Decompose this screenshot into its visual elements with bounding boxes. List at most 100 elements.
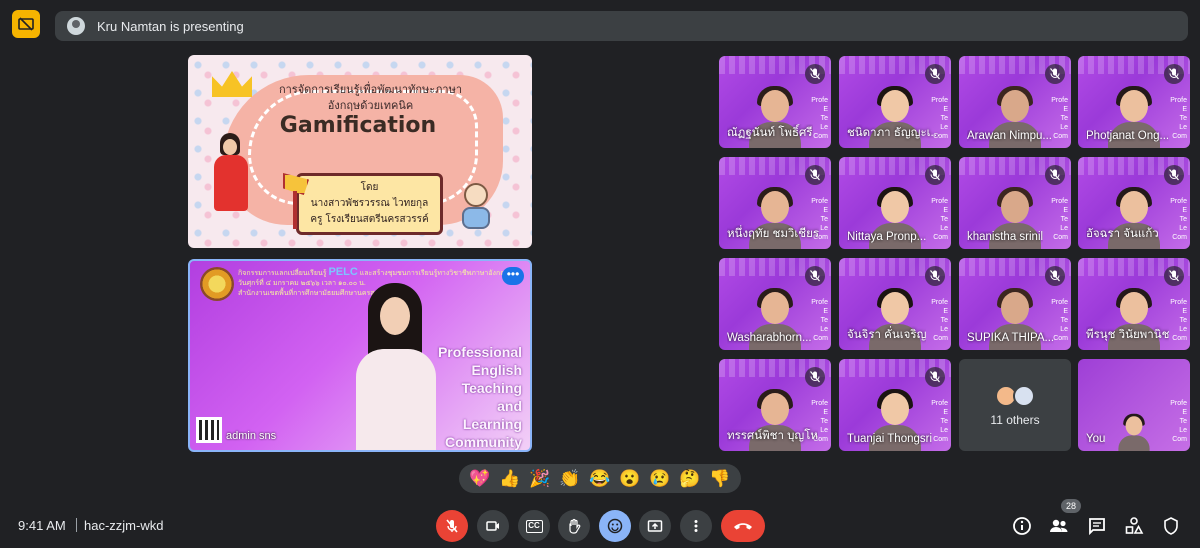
slogan: Professional English Teaching and Learni… bbox=[412, 343, 522, 450]
present-screen-button[interactable] bbox=[639, 510, 671, 542]
captions-button[interactable]: CC bbox=[518, 510, 550, 542]
background-text-line: Te bbox=[1179, 216, 1187, 223]
participant-tile[interactable]: Profe E Te Le Com Nittaya Pronp... bbox=[839, 157, 951, 249]
participant-name: khanistha srinil bbox=[967, 231, 1044, 243]
heart-reaction-icon[interactable]: 💖 bbox=[469, 469, 490, 489]
sad-reaction-icon[interactable]: 😢 bbox=[649, 469, 670, 489]
camera-toggle-button[interactable] bbox=[477, 510, 509, 542]
background-text-line: E bbox=[1182, 207, 1187, 214]
participant-name: Tuanjai Thongsri bbox=[847, 433, 933, 445]
thumbs-down-reaction-icon[interactable]: 👎 bbox=[709, 469, 730, 489]
participant-name: You bbox=[1086, 433, 1106, 445]
slide-title-line1: การจัดการเรียนรู้เพื่อพัฒนาทักษะภาษา bbox=[278, 83, 463, 96]
participant-tile[interactable]: Profe E Te Le Com ทรรศน์พิชา บุญโห bbox=[719, 359, 831, 451]
background-text-line: Te bbox=[940, 418, 948, 425]
background-text: Profe E Te Le Com bbox=[1051, 96, 1068, 141]
slide-title-line2: อังกฤษด้วยเทคนิค bbox=[327, 99, 414, 112]
mic-muted-icon bbox=[925, 266, 945, 286]
surprised-reaction-icon[interactable]: 😮 bbox=[619, 469, 640, 489]
participant-tile[interactable]: Profe E Te Le Com khanistha srinil bbox=[959, 157, 1071, 249]
participant-tile[interactable]: Profe E Te Le Com อัจฉรา จันแก้ว bbox=[1078, 157, 1190, 249]
background-text: Profe E Te Le Com bbox=[1051, 197, 1068, 242]
background-text-line: Te bbox=[940, 216, 948, 223]
more-options-menu-button[interactable] bbox=[680, 510, 712, 542]
party-reaction-icon[interactable]: 🎉 bbox=[529, 469, 550, 489]
participant-tile[interactable]: Profe E Te Le Com จันจิรา คั่นเจริญ bbox=[839, 258, 951, 350]
more-options-button[interactable]: ••• bbox=[502, 267, 524, 285]
background-text-line: Profe bbox=[931, 400, 948, 407]
raise-hand-button[interactable] bbox=[558, 510, 590, 542]
background-text-line: Profe bbox=[931, 97, 948, 104]
thumbs-up-reaction-icon[interactable]: 👍 bbox=[499, 469, 520, 489]
people-button[interactable] bbox=[1047, 514, 1071, 538]
mic-off-icon bbox=[446, 519, 458, 533]
background-text: Profe E Te Le Com bbox=[1170, 298, 1187, 343]
activities-button[interactable] bbox=[1122, 514, 1146, 538]
background-text-line: E bbox=[943, 409, 948, 416]
clap-reaction-icon[interactable]: 👏 bbox=[559, 469, 580, 489]
by-label: โดย bbox=[360, 182, 379, 193]
host-controls-button[interactable] bbox=[1159, 514, 1183, 538]
author-box: โดย นางสาวพัชรวรรณ ไวทยกุล ครู โรงเรียนส… bbox=[296, 173, 443, 235]
slogan-line: and bbox=[497, 398, 522, 414]
participant-tile[interactable]: Profe E Te Le Com Photjanat Ong... bbox=[1078, 56, 1190, 148]
mic-muted-icon bbox=[925, 165, 945, 185]
background-text-line: E bbox=[1063, 207, 1068, 214]
self-video-tile[interactable]: Profe E Te Le Com You bbox=[1078, 359, 1190, 451]
school-logo bbox=[200, 267, 234, 301]
background-text: Profe E Te Le Com bbox=[931, 197, 948, 242]
participant-tile[interactable]: Profe E Te Le Com ชนิดาภา ธัญญะเ... bbox=[839, 56, 951, 148]
others-avatars bbox=[995, 385, 1039, 407]
laugh-reaction-icon[interactable]: 😂 bbox=[589, 469, 610, 489]
participant-tile[interactable]: Profe E Te Le Com Washarabhorn... bbox=[719, 258, 831, 350]
meeting-code: hac-zzjm-wkd bbox=[84, 518, 164, 533]
thinking-reaction-icon[interactable]: 🤔 bbox=[679, 469, 700, 489]
presenter-video-tile[interactable]: กิจกรรมการแลกเปลี่ยนเรียนรู้ PELC และสร้… bbox=[188, 259, 532, 452]
meeting-info-button[interactable] bbox=[1010, 514, 1034, 538]
background-text-line: Profe bbox=[1051, 198, 1068, 205]
participant-tile[interactable]: Profe E Te Le Com Arawan Nimpu... bbox=[959, 56, 1071, 148]
presentation-toggle-button[interactable] bbox=[12, 10, 40, 38]
background-text-line: Le bbox=[1179, 225, 1187, 232]
presentation-slide[interactable]: การจัดการเรียนรู้เพื่อพัฒนาทักษะภาษา อัง… bbox=[188, 55, 532, 248]
background-text-line: E bbox=[1182, 409, 1187, 416]
background-text-line: Profe bbox=[1170, 97, 1187, 104]
mic-muted-icon bbox=[1164, 165, 1184, 185]
others-tile[interactable]: 11 others bbox=[959, 359, 1071, 451]
kid-illustration bbox=[456, 183, 496, 233]
background-text-line: Profe bbox=[811, 97, 828, 104]
leave-call-button[interactable] bbox=[721, 510, 765, 542]
background-text: Profe E Te Le Com bbox=[811, 96, 828, 141]
background-text-line: E bbox=[823, 106, 828, 113]
background-text-line: Com bbox=[1053, 234, 1068, 241]
captions-icon: CC bbox=[525, 519, 543, 533]
slogan-line: Professional bbox=[437, 344, 522, 360]
presenter-avatar bbox=[67, 17, 85, 35]
background-text-line: E bbox=[1182, 106, 1187, 113]
reactions-button[interactable] bbox=[599, 510, 631, 542]
mic-muted-icon bbox=[1045, 165, 1065, 185]
background-text-line: Le bbox=[1179, 326, 1187, 333]
participant-tile[interactable]: Profe E Te Le Com พีรนุช วินัยพานิช bbox=[1078, 258, 1190, 350]
background-text-line: Le bbox=[820, 326, 828, 333]
participant-tile[interactable]: Profe E Te Le Com Tuanjai Thongsri bbox=[839, 359, 951, 451]
info-icon bbox=[1013, 517, 1031, 535]
background-text-line: Profe bbox=[811, 400, 828, 407]
participant-name: พีรนุช วินัยพานิช bbox=[1086, 329, 1170, 341]
background-text-line: E bbox=[1063, 106, 1068, 113]
background-text: Profe E Te Le Com bbox=[1170, 399, 1187, 444]
mic-toggle-button[interactable] bbox=[436, 510, 468, 542]
participant-name: ทรรศน์พิชา บุญโห bbox=[727, 430, 818, 442]
background-text-line: Te bbox=[1060, 115, 1068, 122]
participant-tile[interactable]: Profe E Te Le Com SUPIKA THIPA... bbox=[959, 258, 1071, 350]
participant-tile[interactable]: Profe E Te Le Com ณัฏฐนันท์ โพธิ์ศรี bbox=[719, 56, 831, 148]
participant-name: Washarabhorn... bbox=[727, 332, 812, 344]
header-line1b: และสร้างชุมชนการเรียนรู้ทางวิชาชีพภาษาอั… bbox=[359, 270, 510, 277]
background-text-line: Le bbox=[820, 124, 828, 131]
background-text-line: Te bbox=[1060, 317, 1068, 324]
chat-button[interactable] bbox=[1085, 514, 1109, 538]
slogan-line: Community bbox=[445, 434, 522, 450]
mic-muted-icon bbox=[1164, 64, 1184, 84]
participant-tile[interactable]: Profe E Te Le Com หนึ่งฤทัย ชมวิเชียร bbox=[719, 157, 831, 249]
background-text: Profe E Te Le Com bbox=[931, 399, 948, 444]
